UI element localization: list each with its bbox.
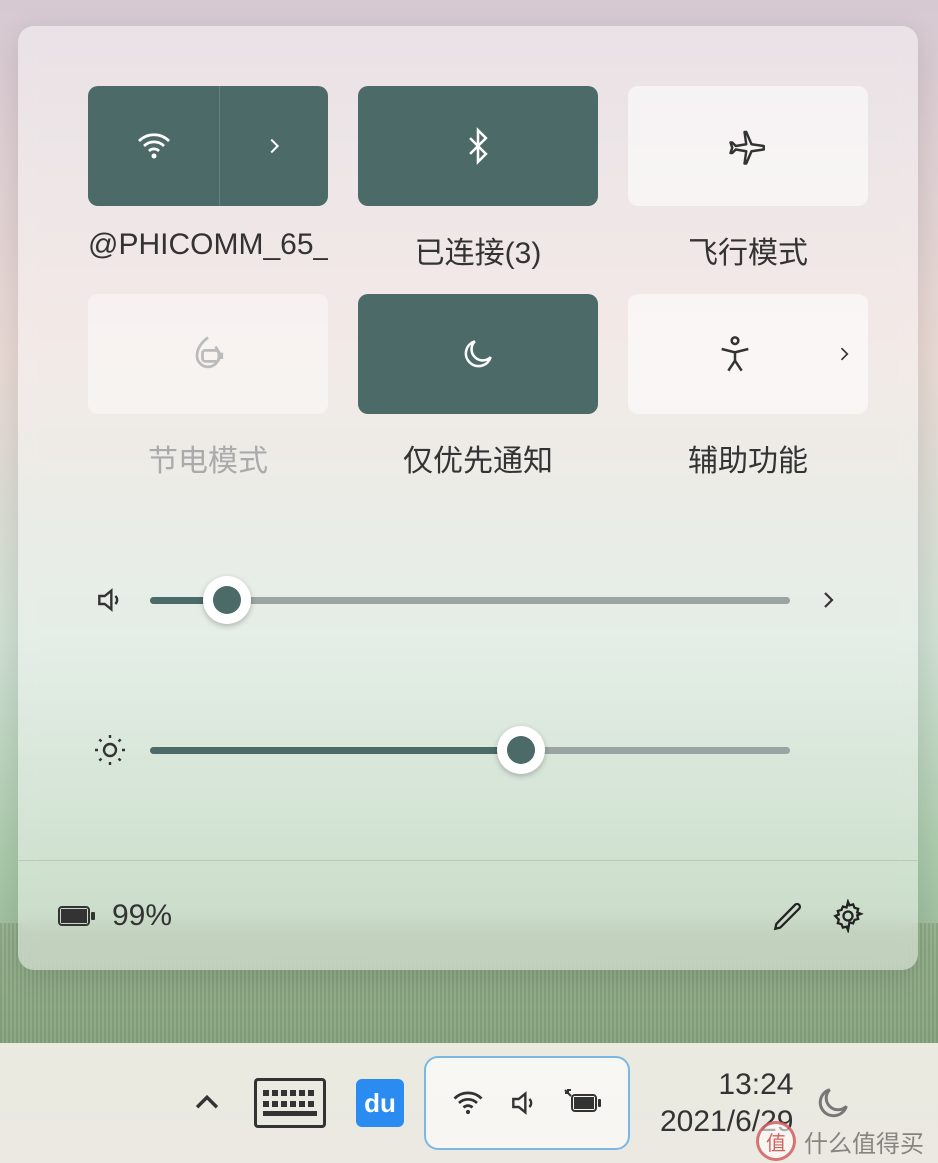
battery-percent-text: 99% (112, 899, 172, 933)
watermark-text: 什么值得买 (804, 1124, 924, 1159)
moon-icon (459, 335, 497, 373)
keyboard-icon (254, 1078, 326, 1128)
battery-status[interactable]: 99% (58, 899, 172, 933)
watermark-badge: 值 (756, 1121, 796, 1161)
bluetooth-tile-label: 已连接(3) (358, 228, 598, 272)
volume-slider-thumb[interactable] (203, 576, 251, 624)
airplane-mode-tile-label: 飞行模式 (628, 228, 868, 272)
taskbar-time: 13:24 (660, 1066, 793, 1104)
chevron-right-icon (834, 344, 854, 364)
accessibility-tile-label: 辅助功能 (628, 436, 868, 480)
wifi-expand-button[interactable] (220, 86, 328, 206)
accessibility-tile[interactable] (628, 294, 868, 414)
wifi-icon (134, 126, 174, 166)
tray-overflow-button[interactable] (190, 1086, 224, 1120)
gear-icon (831, 899, 865, 933)
accessibility-icon (715, 334, 755, 374)
battery-icon (58, 904, 96, 928)
volume-output-button[interactable] (808, 588, 848, 612)
settings-button[interactable] (818, 886, 878, 946)
pencil-icon (771, 899, 805, 933)
focus-assist-tile[interactable] (358, 294, 598, 414)
du-ime-icon: du (356, 1079, 404, 1127)
focus-assist-tray-icon[interactable] (813, 1083, 853, 1123)
brightness-icon (88, 732, 132, 768)
quick-settings-grid: @PHICOMM_65_5 已连接(3) 飞 (18, 26, 918, 510)
volume-slider[interactable] (150, 595, 790, 605)
brightness-slider[interactable] (150, 745, 790, 755)
tray-battery-icon[interactable] (562, 1089, 604, 1117)
battery-saver-tile (88, 294, 328, 414)
bluetooth-tile[interactable] (358, 86, 598, 206)
airplane-icon (727, 125, 769, 167)
quick-settings-panel: @PHICOMM_65_5 已连接(3) 飞 (18, 26, 918, 970)
tray-volume-icon[interactable] (508, 1087, 540, 1119)
brightness-slider-row (88, 720, 848, 780)
chevron-right-icon (263, 135, 285, 157)
touch-keyboard-button[interactable] (254, 1078, 326, 1128)
sliders-section (18, 510, 918, 860)
watermark: 值 什么值得买 (756, 1121, 924, 1161)
volume-icon (88, 584, 132, 616)
battery-saver-icon (186, 332, 230, 376)
focus-assist-tile-label: 仅优先通知 (358, 436, 598, 480)
system-tray-group[interactable] (424, 1056, 630, 1150)
volume-slider-row (88, 570, 848, 630)
brightness-slider-thumb[interactable] (497, 726, 545, 774)
panel-footer: 99% (18, 860, 918, 970)
wifi-tile[interactable] (88, 86, 328, 206)
wifi-toggle-button[interactable] (88, 86, 220, 206)
bluetooth-icon (459, 127, 497, 165)
wifi-tile-label: @PHICOMM_65_5 (88, 228, 328, 262)
airplane-mode-tile[interactable] (628, 86, 868, 206)
ime-button[interactable]: du (356, 1079, 404, 1127)
battery-saver-tile-label: 节电模式 (88, 436, 328, 480)
tray-wifi-icon[interactable] (450, 1085, 486, 1121)
edit-quick-settings-button[interactable] (758, 886, 818, 946)
